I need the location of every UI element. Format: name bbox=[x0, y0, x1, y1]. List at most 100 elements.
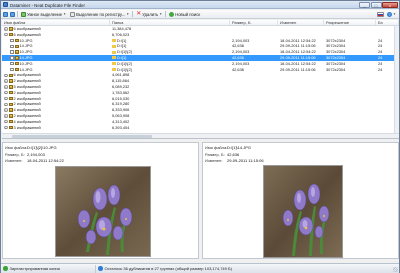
crocus-photo-left bbox=[56, 167, 150, 256]
expand-icon[interactable]: + bbox=[4, 90, 8, 95]
checkmark-icon bbox=[3, 266, 8, 271]
column-header-size[interactable]: Размер, Б bbox=[230, 20, 278, 25]
grid-vertical-scrollbar[interactable] bbox=[394, 26, 399, 133]
image-group-icon bbox=[8, 73, 13, 78]
folder-icon bbox=[112, 50, 116, 54]
status-registration: Зарегистрированная копия bbox=[1, 264, 96, 273]
file-info-left: Имя файла: D:\[1]\[2]\10.JPG Размер, Б: 2,… bbox=[5, 145, 64, 165]
folder-text: D:\[1] bbox=[117, 37, 127, 43]
image-group-icon bbox=[8, 102, 13, 106]
delete-x-icon: ✕ bbox=[136, 10, 142, 17]
row-checkbox[interactable] bbox=[10, 67, 14, 72]
folder-icon bbox=[112, 44, 116, 48]
language-flag-icon[interactable] bbox=[377, 11, 385, 17]
grid-horizontal-scrollbar[interactable] bbox=[2, 133, 399, 138]
row-checkbox[interactable] bbox=[10, 44, 14, 49]
grid-body: +6 изображений 11,384,478−6 изображений 6,… bbox=[2, 26, 399, 130]
image-group-icon bbox=[8, 114, 13, 118]
image-file-icon bbox=[14, 50, 19, 54]
toolbar-separator bbox=[132, 11, 134, 17]
info-icon bbox=[98, 266, 103, 271]
resize-grip[interactable] bbox=[393, 267, 398, 272]
chevron-down-icon: ▼ bbox=[159, 12, 163, 16]
scrollbar-thumb[interactable] bbox=[12, 135, 152, 138]
titlebar: Dataminer - Neat Duplicate File Finder _… bbox=[1, 1, 399, 9]
column-header-filename[interactable]: Имя файла bbox=[2, 20, 110, 25]
help-button[interactable]: ? ▼ bbox=[386, 11, 397, 17]
expand-icon[interactable]: + bbox=[4, 119, 8, 124]
column-header-resolution[interactable]: Разрешение bbox=[324, 20, 376, 25]
image-file-icon bbox=[14, 56, 19, 60]
expand-icon[interactable]: + bbox=[4, 108, 8, 112]
folder-text: 6,706,023 bbox=[112, 31, 130, 37]
checklist-icon bbox=[21, 11, 26, 17]
image-file-icon bbox=[14, 67, 19, 72]
folder-text: 6,393,404 bbox=[112, 124, 130, 130]
image-group-icon bbox=[8, 27, 13, 31]
folder-text: 6,319,280 bbox=[112, 101, 130, 107]
toolbar-right: ? ▼ bbox=[377, 11, 397, 17]
folder-icon bbox=[112, 68, 116, 72]
folder-text: 8,115,864 bbox=[112, 78, 130, 84]
cell-size bbox=[230, 125, 278, 131]
toolbar-separator bbox=[165, 11, 167, 17]
new-search-button[interactable]: Новый поиск bbox=[168, 11, 201, 17]
collapse-icon[interactable]: − bbox=[4, 32, 8, 37]
folder-icon bbox=[112, 56, 116, 60]
row-checkbox[interactable] bbox=[10, 50, 14, 54]
modified-key: Изменен: bbox=[205, 158, 223, 163]
expand-icon[interactable]: + bbox=[4, 27, 8, 31]
select-by-register-button[interactable]: Выделение по регистру... ▼ bbox=[69, 11, 130, 17]
image-group-icon bbox=[8, 32, 13, 37]
folder-text: 6,333,906 bbox=[112, 107, 130, 113]
folder-icon bbox=[112, 39, 116, 43]
smart-select-button[interactable]: Умное выделение ▼ bbox=[20, 11, 67, 17]
modified-value: 18-04-2011 12:54:22 bbox=[27, 158, 64, 163]
folder-text: 1,783,562 bbox=[112, 89, 130, 95]
expand-icon[interactable]: + bbox=[4, 114, 8, 118]
folder-text: 4,313,402 bbox=[112, 118, 130, 124]
window-title: Dataminer - Neat Duplicate File Finder bbox=[10, 2, 85, 8]
close-button[interactable]: x bbox=[382, 1, 398, 8]
collapse-all-icon[interactable] bbox=[10, 11, 15, 17]
folder-text: D:\[1] bbox=[117, 54, 127, 60]
image-group-icon bbox=[8, 119, 13, 124]
registration-text: Зарегистрированная копия bbox=[9, 266, 60, 271]
delete-label: Удалить bbox=[142, 11, 159, 17]
folder-text: 5,063,908 bbox=[112, 112, 130, 118]
expand-icon[interactable]: + bbox=[4, 73, 8, 78]
expand-icon[interactable]: + bbox=[4, 85, 8, 89]
checkbox-icon bbox=[70, 11, 76, 17]
expand-all-icon[interactable] bbox=[3, 11, 8, 17]
maximize-button[interactable]: □ bbox=[370, 1, 382, 8]
group-row[interactable]: +3 изображений 6,393,404 bbox=[2, 125, 399, 131]
status-bar: Зарегистрированная копия Осталось 36 дуб… bbox=[1, 263, 399, 273]
expand-icon[interactable]: + bbox=[4, 125, 8, 130]
preview-pane-right: Имя файла: D:\[1]\14.JPG Размер, Б: 42,636… bbox=[202, 142, 399, 259]
expand-icon[interactable]: + bbox=[4, 102, 8, 106]
cell-folder: 6,393,404 bbox=[110, 125, 230, 131]
cell-filename: +3 изображений bbox=[2, 125, 110, 131]
toolbar: Умное выделение ▼ Выделение по регистру.… bbox=[1, 10, 399, 19]
delete-button[interactable]: ✕ Удалить ▼ bbox=[135, 10, 163, 17]
expand-icon[interactable]: + bbox=[4, 96, 8, 101]
column-header-modified[interactable]: Изменен bbox=[278, 20, 324, 25]
preview-pane-left: Имя файла: D:\[1]\[2]\10.JPG Размер, Б: 2,… bbox=[2, 142, 199, 259]
chevron-down-icon: ▼ bbox=[126, 12, 130, 16]
cell-modified bbox=[278, 125, 324, 131]
column-header-extra[interactable]: Бэ bbox=[376, 20, 399, 25]
summary-text: Осталось 36 дубликатов в 27 группах (общ… bbox=[104, 266, 232, 271]
expand-icon[interactable]: + bbox=[4, 79, 8, 83]
column-header-folder[interactable]: Папка bbox=[110, 20, 230, 25]
cell-resolution bbox=[324, 125, 376, 131]
image-group-icon bbox=[8, 79, 13, 83]
row-checkbox[interactable] bbox=[10, 38, 14, 43]
folder-text: 6,015,030 bbox=[112, 95, 130, 101]
folder-text: 6,089,232 bbox=[112, 83, 130, 89]
chevron-down-icon: ▼ bbox=[393, 12, 396, 16]
plus-icon bbox=[169, 11, 175, 17]
row-checkbox[interactable] bbox=[10, 56, 14, 60]
row-checkbox[interactable] bbox=[10, 61, 14, 66]
folder-icon bbox=[112, 62, 116, 66]
minimize-button[interactable]: _ bbox=[359, 1, 370, 8]
